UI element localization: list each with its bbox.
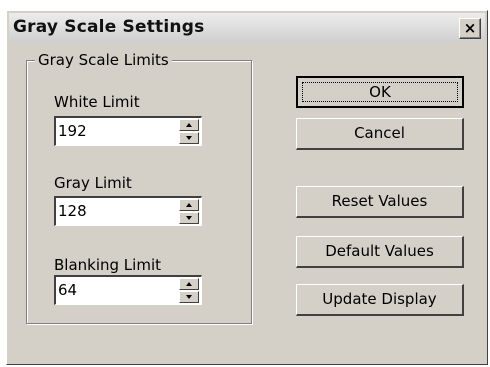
spin-up-icon	[186, 282, 192, 286]
cancel-button-label: Cancel	[354, 124, 405, 142]
ok-button[interactable]: OK	[296, 76, 464, 108]
gray-limit-up-button[interactable]	[179, 199, 199, 211]
white-limit-down-button[interactable]	[179, 132, 199, 144]
white-limit-label: White Limit	[54, 93, 140, 111]
spin-up-icon	[186, 203, 192, 207]
gray-limit-label: Gray Limit	[54, 174, 132, 192]
default-values-button[interactable]: Default Values	[296, 236, 464, 268]
reset-values-button-label: Reset Values	[331, 192, 428, 210]
gray-limit-input[interactable]	[58, 202, 168, 220]
cancel-button[interactable]: Cancel	[296, 118, 464, 150]
spin-up-icon	[186, 123, 192, 127]
spin-down-icon	[186, 295, 192, 299]
close-icon: ×	[463, 19, 477, 37]
white-limit-input[interactable]	[58, 122, 168, 140]
title-bar[interactable]: Gray Scale Settings ×	[9, 13, 485, 43]
blanking-limit-input[interactable]	[58, 281, 168, 299]
update-display-button[interactable]: Update Display	[296, 284, 464, 316]
blanking-limit-label: Blanking Limit	[54, 256, 161, 274]
spin-down-icon	[186, 216, 192, 220]
reset-values-button[interactable]: Reset Values	[296, 186, 464, 218]
blanking-limit-spin-buttons	[179, 278, 199, 303]
white-limit-spinbox	[54, 116, 202, 146]
blanking-limit-down-button[interactable]	[179, 291, 199, 303]
window-title: Gray Scale Settings	[13, 17, 205, 37]
blanking-limit-spinbox	[54, 275, 202, 305]
white-limit-up-button[interactable]	[179, 119, 199, 131]
gray-limit-spinbox	[54, 196, 202, 226]
group-title: Gray Scale Limits	[35, 51, 172, 69]
gray-limit-spin-buttons	[179, 199, 199, 224]
blanking-limit-up-button[interactable]	[179, 278, 199, 290]
gray-limit-down-button[interactable]	[179, 212, 199, 224]
close-button[interactable]: ×	[459, 18, 481, 39]
update-display-button-label: Update Display	[322, 290, 437, 308]
spin-down-icon	[186, 136, 192, 140]
ok-button-label: OK	[369, 83, 391, 101]
default-values-button-label: Default Values	[325, 242, 434, 260]
white-limit-spin-buttons	[179, 119, 199, 144]
